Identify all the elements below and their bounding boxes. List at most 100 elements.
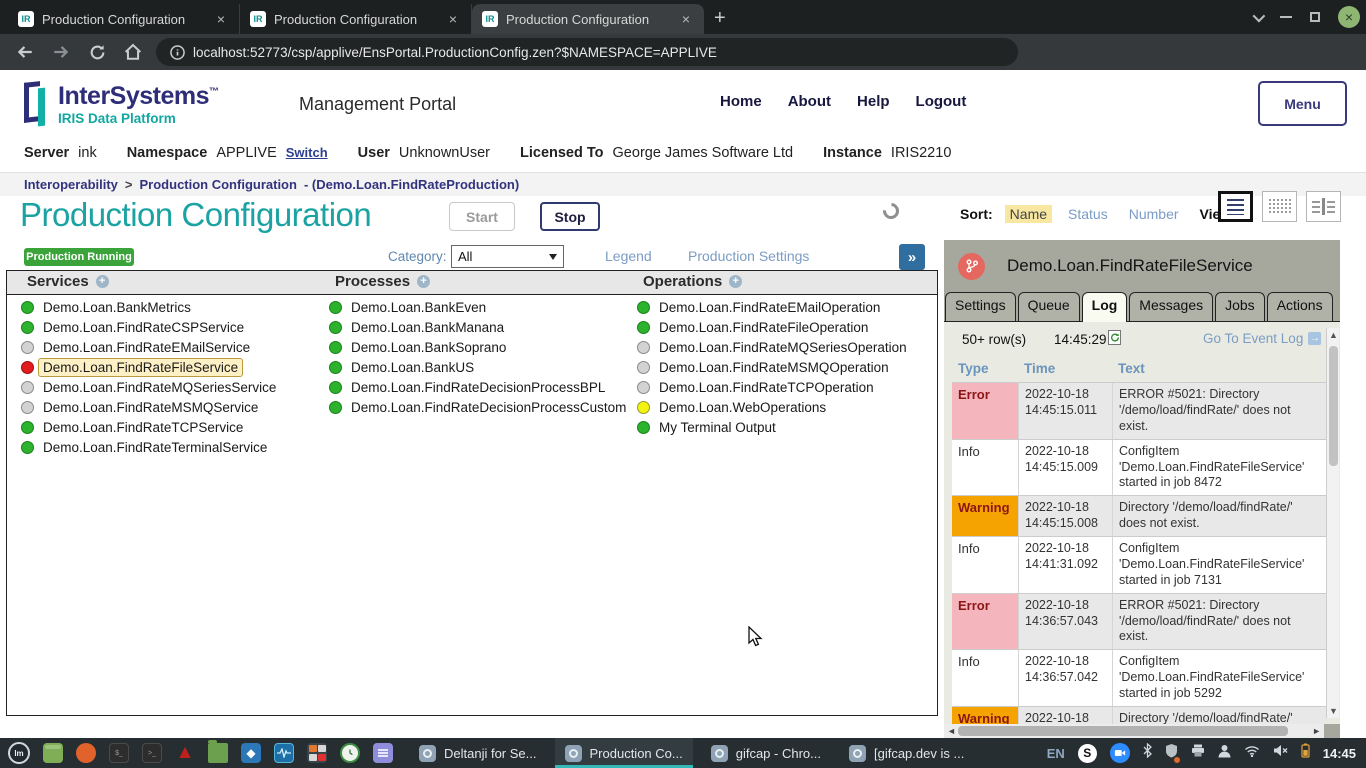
window-manager-icon[interactable] xyxy=(43,743,63,763)
clock-app-icon[interactable] xyxy=(340,743,360,763)
scroll-right-icon[interactable]: ► xyxy=(1312,726,1321,736)
panel-vertical-scrollbar[interactable]: ▲ ▼ xyxy=(1326,328,1339,718)
col-header-time[interactable]: Time xyxy=(1018,358,1112,382)
log-row[interactable]: Info2022-10-1814:36:57.042ConfigItem 'De… xyxy=(952,649,1326,706)
log-row[interactable]: Info2022-10-1814:45:15.009ConfigItem 'De… xyxy=(952,439,1326,496)
wifi-icon[interactable] xyxy=(1244,744,1260,762)
terminal-icon[interactable]: $_ xyxy=(109,743,129,763)
browser-tab[interactable]: IRProduction Configuration× xyxy=(240,4,472,34)
add-item-icon[interactable]: + xyxy=(729,275,742,288)
col-header-type[interactable]: Type xyxy=(952,358,1018,382)
tab-search-chevron-icon[interactable] xyxy=(1253,9,1266,22)
stop-button[interactable]: Stop xyxy=(540,202,600,231)
legend-link[interactable]: Legend xyxy=(605,248,652,264)
config-item[interactable]: Demo.Loan.FindRateMSMQService xyxy=(21,401,276,414)
address-bar[interactable]: localhost:52773/csp/applive/EnsPortal.Pr… xyxy=(156,38,1018,66)
scroll-left-icon[interactable]: ◄ xyxy=(947,726,956,736)
tab-close-icon[interactable]: × xyxy=(445,11,461,27)
vscode-icon[interactable]: ◆ xyxy=(241,743,261,763)
add-item-icon[interactable]: + xyxy=(417,275,430,288)
nav-help-link[interactable]: Help xyxy=(857,93,890,110)
taskbar-window-button[interactable]: Production Co... xyxy=(555,738,693,768)
taskbar-window-button[interactable]: [gifcap.dev is ... xyxy=(839,738,974,768)
config-item[interactable]: Demo.Loan.BankEven xyxy=(329,301,626,314)
panel-tab-log[interactable]: Log xyxy=(1082,292,1128,322)
back-icon[interactable] xyxy=(14,41,36,63)
maximize-button[interactable] xyxy=(1310,12,1320,22)
sort-option-number[interactable]: Number xyxy=(1129,206,1179,222)
scroll-thumb[interactable] xyxy=(1329,346,1338,466)
sort-option-status[interactable]: Status xyxy=(1068,206,1108,222)
panel-tab-queue[interactable]: Queue xyxy=(1018,292,1080,322)
add-item-icon[interactable]: + xyxy=(96,275,109,288)
notes-app-icon[interactable] xyxy=(373,743,393,763)
log-refresh-icon[interactable] xyxy=(1108,330,1121,345)
nav-about-link[interactable]: About xyxy=(788,93,831,110)
terminal-icon-2[interactable]: >_ xyxy=(142,743,162,763)
shield-icon[interactable] xyxy=(1165,743,1178,763)
nav-home-link[interactable]: Home xyxy=(720,93,762,110)
config-item[interactable]: Demo.Loan.FindRateMSMQOperation xyxy=(637,361,907,374)
config-item[interactable]: Demo.Loan.FindRateTCPOperation xyxy=(637,381,907,394)
config-item[interactable]: Demo.Loan.FindRateMQSeriesService xyxy=(21,381,276,394)
expand-panel-button[interactable]: » xyxy=(899,244,925,270)
browser-tab[interactable]: IRProduction Configuration× xyxy=(8,4,240,34)
view-split-button[interactable] xyxy=(1306,191,1341,222)
menu-button[interactable]: Menu xyxy=(1258,81,1347,126)
flame-app-icon[interactable] xyxy=(76,743,96,763)
bluetooth-icon[interactable] xyxy=(1143,743,1152,763)
breadcrumb-root-link[interactable]: Interoperability xyxy=(24,177,118,192)
tab-close-icon[interactable]: × xyxy=(213,11,229,27)
waveform-app-icon[interactable] xyxy=(274,743,294,763)
mint-menu-icon[interactable]: lm xyxy=(8,742,30,764)
config-item[interactable]: Demo.Loan.FindRateFileOperation xyxy=(637,321,907,334)
calculator-icon[interactable] xyxy=(307,743,327,763)
red-app-icon[interactable]: ▲ xyxy=(175,743,195,763)
close-button[interactable]: × xyxy=(1338,6,1360,28)
panel-tab-settings[interactable]: Settings xyxy=(945,292,1016,322)
minimize-button[interactable] xyxy=(1280,16,1292,18)
volume-muted-icon[interactable] xyxy=(1273,744,1288,762)
go-to-event-log-link[interactable]: Go To Event Log→ xyxy=(1203,331,1321,346)
user-tray-icon[interactable] xyxy=(1218,744,1231,763)
switch-link[interactable]: Switch xyxy=(286,145,328,160)
printer-icon[interactable] xyxy=(1191,744,1205,762)
log-row[interactable]: Error2022-10-1814:45:15.011ERROR #5021: … xyxy=(952,382,1326,439)
config-item[interactable]: Demo.Loan.FindRateMQSeriesOperation xyxy=(637,341,907,354)
file-manager-icon[interactable] xyxy=(208,743,228,763)
config-item[interactable]: Demo.Loan.BankUS xyxy=(329,361,626,374)
taskbar-clock[interactable]: 14:45 xyxy=(1323,746,1356,761)
reload-icon[interactable] xyxy=(86,41,108,63)
video-call-tray-icon[interactable] xyxy=(1110,743,1130,763)
s-app-tray-icon[interactable]: S xyxy=(1078,744,1097,763)
config-item[interactable]: My Terminal Output xyxy=(637,421,907,434)
site-info-icon[interactable] xyxy=(170,45,185,60)
log-row[interactable]: Error2022-10-1814:36:57.043ERROR #5021: … xyxy=(952,593,1326,650)
nav-logout-link[interactable]: Logout xyxy=(916,93,967,110)
panel-tab-jobs[interactable]: Jobs xyxy=(1215,292,1265,322)
config-item[interactable]: Demo.Loan.BankManana xyxy=(329,321,626,334)
scroll-down-icon[interactable]: ▼ xyxy=(1329,706,1338,716)
sort-option-name[interactable]: Name xyxy=(1005,205,1052,223)
production-settings-link[interactable]: Production Settings xyxy=(688,248,809,264)
panel-tab-messages[interactable]: Messages xyxy=(1129,292,1213,322)
taskbar-window-button[interactable]: Deltanji for Se... xyxy=(409,738,547,768)
config-item[interactable]: Demo.Loan.FindRateEMailOperation xyxy=(637,301,907,314)
config-item[interactable]: Demo.Loan.BankMetrics xyxy=(21,301,276,314)
browser-tab[interactable]: IRProduction Configuration× xyxy=(472,4,704,34)
config-item[interactable]: Demo.Loan.WebOperations xyxy=(637,401,907,414)
config-item[interactable]: Demo.Loan.BankSoprano xyxy=(329,341,626,354)
home-icon[interactable] xyxy=(122,41,144,63)
panel-tab-actions[interactable]: Actions xyxy=(1267,292,1333,322)
tab-close-icon[interactable]: × xyxy=(678,11,694,27)
config-item[interactable]: Demo.Loan.FindRateDecisionProcessBPL xyxy=(329,381,626,394)
config-item[interactable]: Demo.Loan.FindRateTCPService xyxy=(21,421,276,434)
config-item[interactable]: Demo.Loan.FindRateEMailService xyxy=(21,341,276,354)
panel-horizontal-scrollbar[interactable]: ◄ ► xyxy=(944,724,1324,738)
keyboard-layout-indicator[interactable]: EN xyxy=(1047,746,1065,761)
taskbar-window-button[interactable]: gifcap - Chro... xyxy=(701,738,831,768)
config-item[interactable]: Demo.Loan.FindRateCSPService xyxy=(21,321,276,334)
hscroll-thumb[interactable] xyxy=(958,726,1288,736)
config-item[interactable]: Demo.Loan.FindRateDecisionProcessCustom xyxy=(329,401,626,414)
new-tab-button[interactable]: + xyxy=(714,7,726,30)
